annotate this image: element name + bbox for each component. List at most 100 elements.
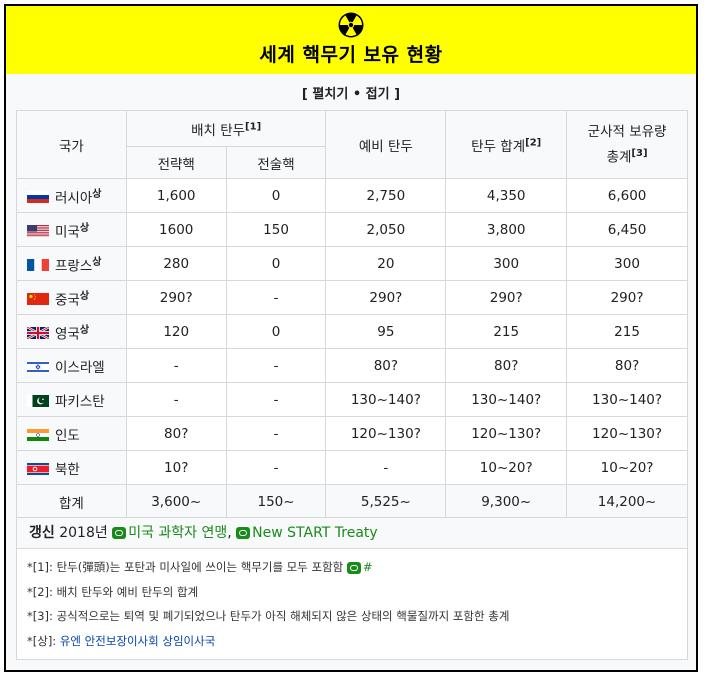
warheads-table: 국가 배치 탄두[1] 예비 탄두 탄두 합계[2] 군사적 보유량 총계[3]… — [16, 110, 688, 519]
country-name[interactable]: 이스라엘 — [55, 360, 105, 376]
bracket-close: ] — [394, 87, 401, 102]
update-bar: 갱신 2018년 미국 과학자 연맹, New START Treaty — [16, 517, 688, 549]
external-link-icon — [346, 561, 361, 574]
reserve-cell: 95 — [325, 314, 447, 349]
country-name[interactable]: 파키스탄 — [55, 394, 105, 410]
strategic-cell: - — [125, 382, 227, 417]
collapse-link[interactable]: 접기 — [366, 87, 390, 102]
country-cell: 프랑스상 — [16, 246, 127, 281]
total-cell: 215 — [445, 314, 568, 349]
tactical-cell: - — [225, 416, 327, 451]
tactical-cell: 0 — [225, 178, 327, 213]
tactical-cell: 0 — [225, 314, 327, 349]
total-cell: 3,800 — [445, 212, 568, 247]
military-cell: 215 — [566, 314, 688, 349]
nuclear-weapons-box: 세계 핵무기 보유 현황 [ 펼치기 • 접기 ] 국가 배치 탄두[1] 예비… — [4, 4, 698, 672]
expand-link[interactable]: 펼치기 — [312, 87, 348, 102]
country-name[interactable]: 북한 — [55, 462, 80, 478]
footnote-1: *[1]: 탄두(彈頭)는 포탄과 미사일에 쓰이는 핵무기를 모두 포함함 # — [27, 555, 677, 580]
footnote-3: *[3]: 공식적으로는 퇴역 및 폐기되었으나 탄두가 아직 해체되지 않은 … — [27, 604, 677, 629]
france-flag — [27, 259, 51, 273]
total-cell: 10~20? — [445, 450, 568, 485]
permanent-member-ref[interactable]: 상 — [92, 189, 101, 200]
country-cell: 중국상 — [16, 280, 127, 315]
country-name[interactable]: 프랑스 — [55, 258, 92, 274]
india-flag — [27, 428, 51, 443]
unsc-link[interactable]: 유엔 안전보장이사회 상임이사국 — [60, 634, 215, 648]
military-cell: 6,450 — [566, 212, 688, 247]
country-name[interactable]: 러시아 — [55, 190, 92, 206]
footnote-ref-1[interactable]: [1] — [245, 121, 261, 132]
country-name[interactable]: 미국 — [55, 224, 80, 240]
footnote-ref-3[interactable]: [3] — [631, 148, 647, 159]
header-deployed-label: 배치 탄두 — [191, 122, 246, 139]
country-name[interactable]: 인도 — [55, 428, 80, 444]
strategic-cell: 10? — [125, 450, 227, 485]
sum-label: 합계 — [16, 484, 127, 519]
sum-strategic: 3,600~ — [125, 484, 227, 519]
box-body: [ 펼치기 • 접기 ] 국가 배치 탄두[1] 예비 탄두 탄두 합계[2] … — [6, 74, 696, 670]
strategic-cell: 80? — [125, 416, 227, 451]
source-newstart-link[interactable]: New START Treaty — [252, 525, 378, 541]
country-cell: 러시아상 — [16, 178, 127, 213]
country-cell: 인도 — [16, 416, 127, 451]
sum-military: 14,200~ — [566, 484, 688, 519]
external-link-icon — [112, 527, 127, 539]
military-cell: 300 — [566, 246, 688, 281]
sum-total: 9,300~ — [445, 484, 568, 519]
permanent-member-ref[interactable]: 상 — [80, 325, 89, 336]
table-row: 프랑스상 280 0 20 300 300 — [16, 246, 688, 281]
pakistan-flag — [27, 394, 51, 409]
tactical-cell: - — [225, 280, 327, 315]
external-link-icon — [236, 527, 251, 539]
footnote-text: 공식적으로는 퇴역 및 폐기되었으나 탄두가 아직 해체되지 않은 상태의 핵물… — [56, 609, 510, 623]
country-cell: 미국상 — [16, 212, 127, 247]
strategic-cell: 1600 — [125, 212, 227, 247]
footnote-4: *[상]: 유엔 안전보장이사회 상임이사국 — [27, 629, 677, 654]
strategic-cell: 290? — [125, 280, 227, 315]
uk-flag — [26, 326, 51, 341]
reserve-cell: 2,750 — [325, 178, 447, 213]
toggle-bar: [ 펼치기 • 접기 ] — [6, 83, 696, 103]
header-deployed: 배치 탄두[1] — [125, 110, 327, 147]
strategic-cell: - — [125, 348, 227, 383]
update-year: 2018년 — [59, 525, 108, 541]
header-military-label: 군사적 보유량 총계 — [587, 123, 667, 166]
tactical-cell: - — [225, 450, 327, 485]
military-cell: 120~130? — [566, 416, 688, 451]
sum-tactical: 150~ — [225, 484, 327, 519]
permanent-member-ref[interactable]: 상 — [80, 223, 89, 234]
footnote-1-link[interactable]: # — [363, 560, 373, 574]
sum-reserve: 5,525~ — [325, 484, 447, 519]
military-cell: 10~20? — [566, 450, 688, 485]
table-row: 북한 10? - -10~20? 10~20? — [16, 450, 688, 485]
header-strategic: 전략핵 — [125, 146, 227, 179]
permanent-member-ref[interactable]: 상 — [92, 257, 101, 268]
header-total-label: 탄두 합계 — [471, 138, 526, 155]
footnote-key: *[1]: — [27, 560, 53, 574]
footnote-key: *[상]: — [27, 633, 57, 648]
strategic-cell: 280 — [125, 246, 227, 281]
permanent-member-ref[interactable]: 상 — [80, 291, 89, 302]
footnote-key: *[2]: — [27, 584, 53, 599]
footnote-text: 탄두(彈頭)는 포탄과 미사일에 쓰이는 핵무기를 모두 포함함 — [56, 560, 344, 574]
table-row: 영국상 120 0 95 215 215 — [16, 314, 688, 349]
reserve-cell: 290? — [325, 280, 447, 315]
tactical-cell: 150 — [225, 212, 327, 247]
country-name[interactable]: 중국 — [55, 292, 80, 308]
usa-flag — [27, 225, 51, 239]
header-total: 탄두 합계[2] — [445, 110, 568, 179]
footnote-key: *[3]: — [27, 609, 53, 623]
header-military: 군사적 보유량 총계[3] — [566, 110, 688, 179]
table-row: 중국상 290? -290? 290? 290? — [16, 280, 688, 315]
source-fas-link[interactable]: 미국 과학자 연맹 — [128, 525, 227, 541]
strategic-cell: 1,600 — [125, 178, 227, 213]
bracket-open: [ — [301, 87, 308, 102]
country-cell: 영국상 — [16, 314, 127, 349]
table-row: 러시아상 1,600 0 2,750 4,350 6,600 — [16, 178, 688, 213]
military-cell: 80? — [566, 348, 688, 383]
total-cell: 300 — [445, 246, 568, 281]
country-name[interactable]: 영국 — [55, 326, 80, 342]
israel-flag — [27, 360, 51, 375]
footnote-ref-2[interactable]: [2] — [525, 137, 541, 148]
